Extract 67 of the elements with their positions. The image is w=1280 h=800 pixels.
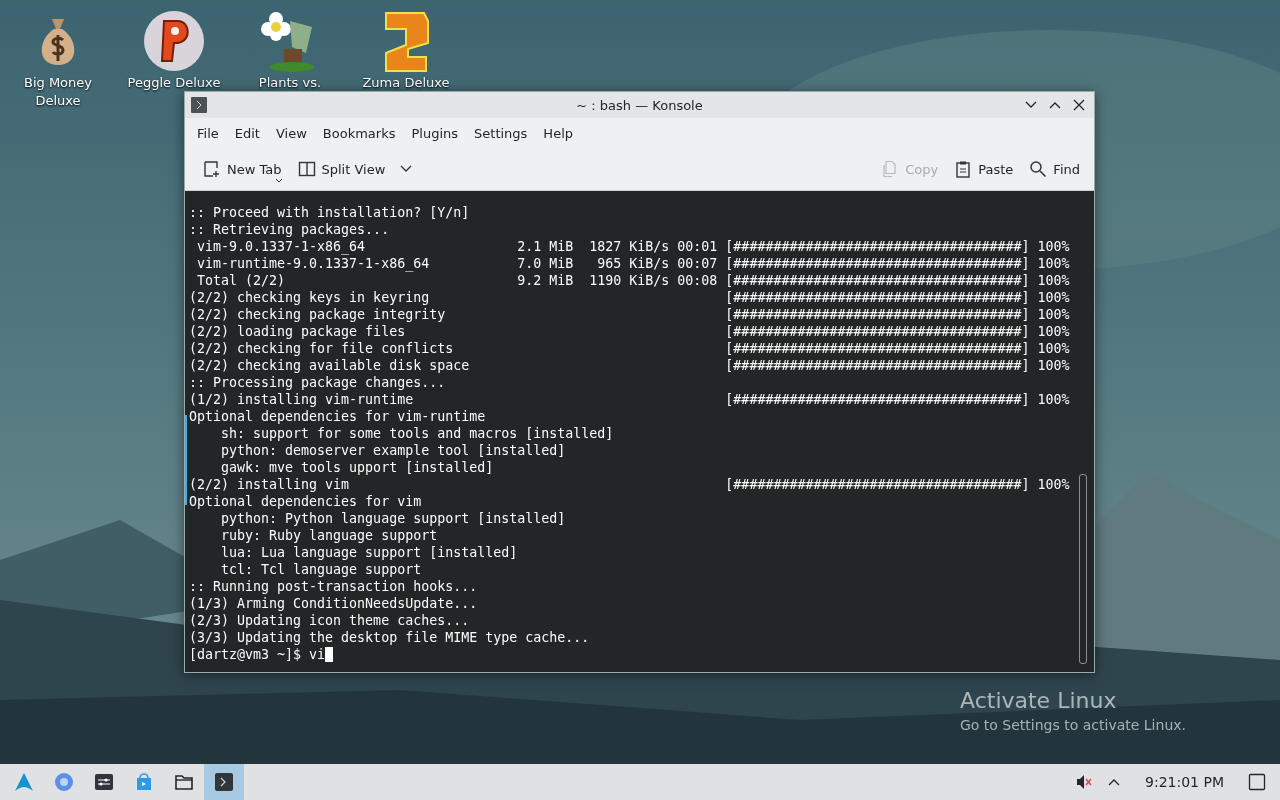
muted-speaker-icon[interactable] xyxy=(1075,773,1094,791)
ball-icon xyxy=(142,9,206,73)
terminal-line: :: Running post-transaction hooks... xyxy=(189,578,479,595)
text-cursor xyxy=(325,647,334,662)
menu-item[interactable]: View xyxy=(267,125,315,141)
desktop-icon-label[interactable]: Plants vs. xyxy=(240,74,340,92)
command-prompt: [dartz@vm3 ~]$ vi xyxy=(189,646,326,663)
caret-icon xyxy=(275,178,283,184)
activation-hint: Go to Settings to activate Linux. xyxy=(960,717,1186,733)
menu-item[interactable]: Settings xyxy=(466,125,536,141)
terminal[interactable] xyxy=(185,191,1094,672)
store-icon xyxy=(134,772,154,792)
menu-item[interactable]: Plugins xyxy=(403,125,467,141)
terminal-line: (2/2) checking available disk space [####################################] 100% xyxy=(189,357,1071,374)
menu-item[interactable]: File xyxy=(189,125,227,141)
browser-icon xyxy=(54,772,74,792)
terminal-line: (2/2) installing vim [####################################] 100% xyxy=(189,476,1071,493)
split-view-icon xyxy=(297,160,316,178)
terminal-line: (2/2) checking package integrity [####################################] 100% xyxy=(189,306,1071,323)
settings-icon xyxy=(94,772,114,792)
find-button[interactable]: Find xyxy=(1023,156,1086,182)
terminal-line: ruby: Ruby language support xyxy=(220,527,439,544)
terminal-line: :: Retrieving packages... xyxy=(189,221,391,238)
terminal-line: (1/3) Arming ConditionNeedsUpdate... xyxy=(189,595,479,612)
terminal-line: Optional dependencies for vim-runtime xyxy=(189,408,487,425)
terminal-line: (1/2) installing vim-runtime [####################################] 100% xyxy=(189,391,1071,408)
terminal-line: lua: Lua language support [installed] xyxy=(220,544,519,561)
menu-item[interactable]: Bookmarks xyxy=(314,125,404,141)
folder-icon xyxy=(174,772,194,792)
terminal-line: (2/2) loading package files [####################################] 100% xyxy=(189,323,1071,340)
terminal-line: (2/2) checking for file conflicts [####################################] 100% xyxy=(189,340,1071,357)
terminal-line: :: Processing package changes... xyxy=(189,374,447,391)
menu-item[interactable]: Edit xyxy=(226,125,268,141)
new-tab-button[interactable]: New Tab xyxy=(197,156,288,182)
clock[interactable]: 9:21:01 PM xyxy=(1145,774,1224,790)
launcher-icon xyxy=(14,772,34,792)
terminal-line: sh: support for some tools and macros [installed] xyxy=(220,425,615,442)
terminal-line: (2/3) Updating icon theme caches... xyxy=(189,612,471,629)
menu-item[interactable]: Help xyxy=(535,125,581,141)
terminal-icon xyxy=(214,772,234,792)
terminal-line: tcl: Tcl language support xyxy=(220,561,423,578)
chevron-down-icon xyxy=(399,164,414,174)
new-tab-icon xyxy=(203,160,221,178)
chevron-up-icon[interactable] xyxy=(1107,777,1122,787)
clipboard-icon xyxy=(954,160,973,178)
terminal-line: Optional dependencies for vim xyxy=(189,493,423,510)
terminal-line: (3/3) Updating the desktop file MIME type cache... xyxy=(189,629,591,646)
show-desktop-icon[interactable] xyxy=(1248,773,1266,791)
terminal-line: python: Python language support [installed] xyxy=(220,510,567,527)
terminal-line: vim-runtime-9.0.1337-1-x86_64 7.0 MiB 965 KiB/s 00:07 [####################################] 100% xyxy=(196,255,1071,272)
activation-title: Activate Linux xyxy=(960,688,1118,713)
terminal-line: (2/2) checking keys in keyring [####################################] 100% xyxy=(189,289,1071,306)
desktop-icon-label[interactable]: Zuma Deluxe xyxy=(356,74,456,92)
desktop-icon-label[interactable]: Big Money Deluxe xyxy=(8,74,108,110)
scrollbar-thumb[interactable] xyxy=(1079,474,1087,664)
desktop-icon-label[interactable]: Peggle Deluxe xyxy=(124,74,224,92)
terminal-line: gawk: mve tools upport [installed] xyxy=(220,459,495,476)
terminal-icon xyxy=(191,97,207,113)
window-title: ~ : bash — Konsole xyxy=(576,97,703,113)
taskbar-button[interactable] xyxy=(204,764,244,800)
split-button[interactable]: Split View xyxy=(291,156,420,182)
search-icon xyxy=(1029,160,1048,178)
paste-button[interactable]: Paste xyxy=(948,156,1020,182)
terminal-line: vim-9.0.1337-1-x86_64 2.1 MiB 1827 KiB/s 00:01 [####################################] 100% xyxy=(196,238,1071,255)
terminal-line: python: demoserver example tool [installed] xyxy=(220,442,567,459)
terminal-line: :: Proceed with installation? [Y/n] xyxy=(189,204,471,221)
terminal-line: Total (2/2) 9.2 MiB 1190 KiB/s 00:08 [####################################] 100% xyxy=(196,272,1071,289)
